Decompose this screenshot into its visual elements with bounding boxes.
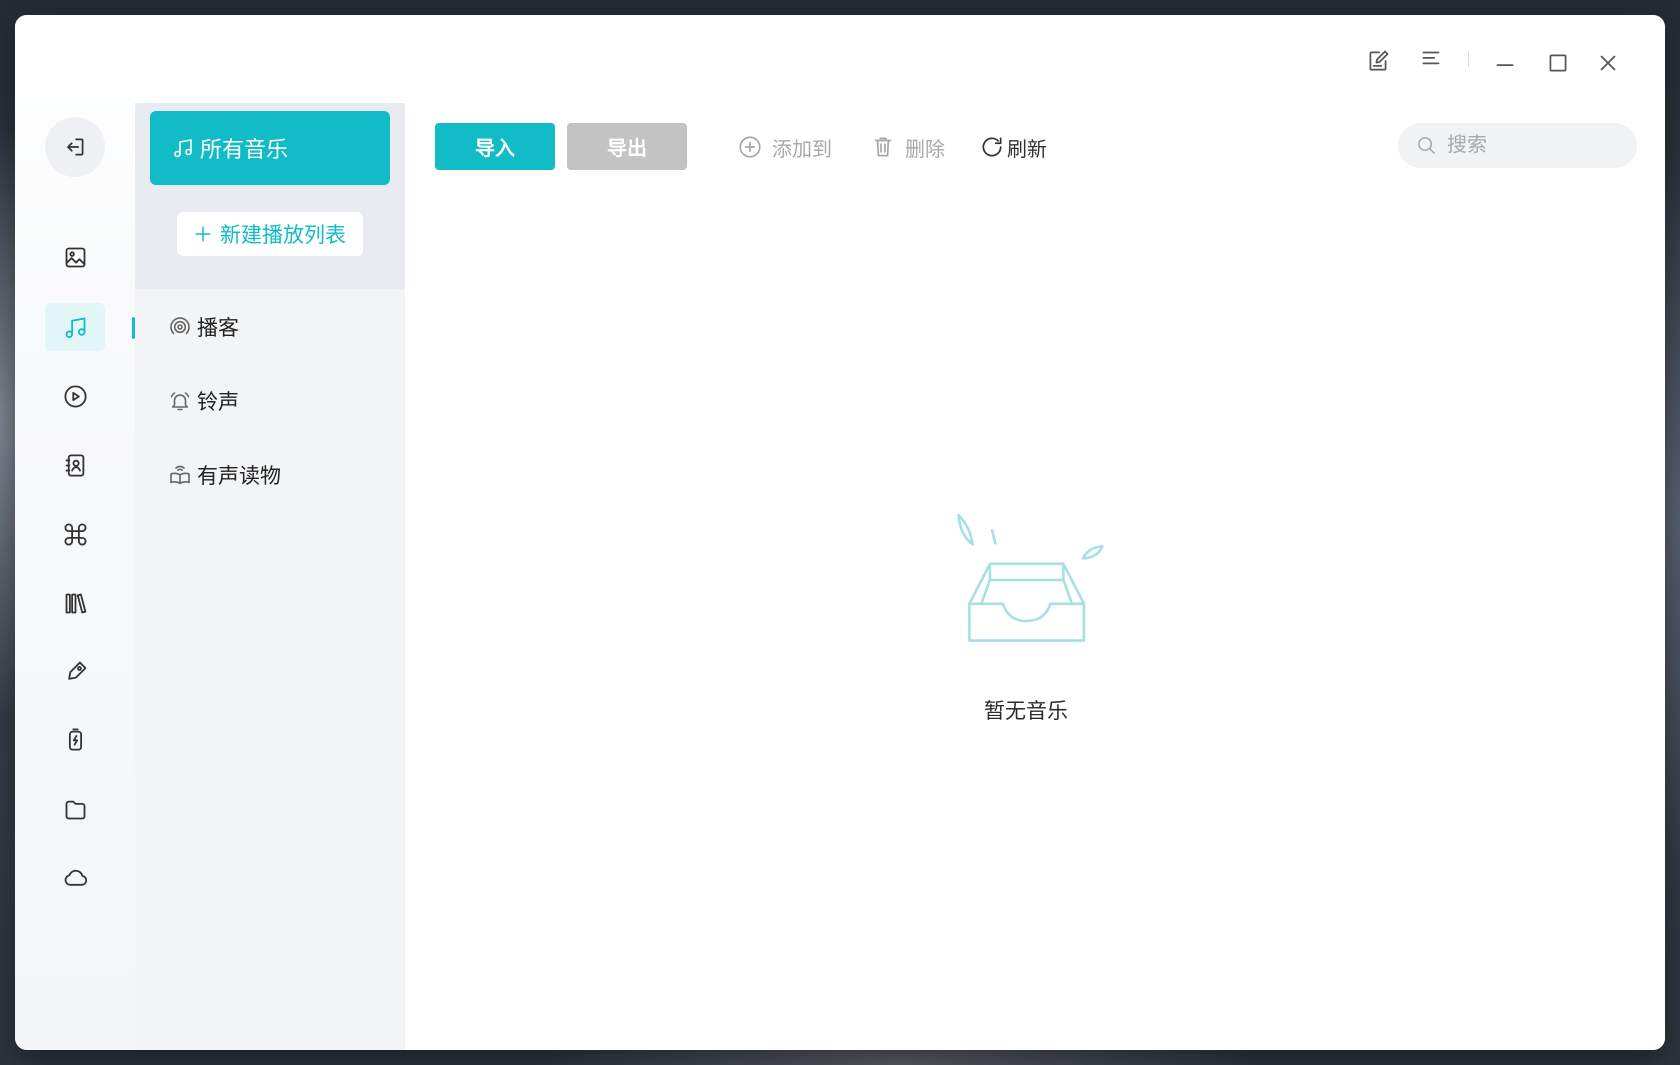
delete-label: 删除	[905, 138, 945, 161]
exit-icon	[67, 138, 84, 156]
app-window: 所有音乐 新建播放列表 播客 铃声 有声读物 导入 导出 添加到 删除 刷新 搜…	[15, 15, 1665, 1050]
refresh-label: 刷新	[1007, 138, 1047, 161]
delete-button[interactable]: 删除	[870, 131, 945, 163]
add-to-label: 添加到	[772, 138, 832, 161]
add-to-button[interactable]: 添加到	[737, 131, 832, 163]
menu-icon	[1422, 51, 1440, 65]
plus-icon	[195, 226, 211, 242]
photo-icon	[65, 247, 85, 267]
all-music-label: 所有音乐	[200, 137, 289, 162]
music-icon	[65, 317, 85, 338]
battery-icon	[68, 727, 82, 751]
export-button[interactable]: 导出	[567, 123, 687, 170]
minimize-button[interactable]	[1491, 50, 1519, 78]
books-icon	[65, 593, 86, 613]
minimize-icon	[1496, 64, 1514, 66]
rail-item-music[interactable]	[45, 303, 135, 351]
rail-item-contacts[interactable]	[45, 441, 105, 489]
sidebar-item-audiobooks[interactable]: 有声读物	[168, 451, 398, 499]
new-playlist-label: 新建播放列表	[220, 224, 346, 247]
rail-item-cloud[interactable]	[45, 853, 105, 901]
sidebar-item-ringtones[interactable]: 铃声	[168, 377, 398, 425]
podcast-icon	[170, 317, 190, 335]
sidebar-item-label: 铃声	[197, 391, 239, 414]
new-playlist-button[interactable]: 新建播放列表	[177, 212, 363, 256]
empty-state-message: 暂无音乐	[984, 700, 1068, 723]
exit-button[interactable]	[45, 117, 105, 177]
refresh-button[interactable]: 刷新	[979, 131, 1047, 163]
close-icon	[1600, 55, 1616, 71]
audiobook-icon	[170, 465, 190, 485]
sidebar-item-label: 播客	[197, 317, 239, 340]
rail-item-photos[interactable]	[45, 233, 105, 281]
import-button[interactable]: 导入	[435, 123, 555, 170]
feedback-button[interactable]	[1364, 47, 1392, 75]
folder-icon	[65, 800, 85, 819]
title-bar-separator	[1468, 51, 1469, 67]
main-content: 导入 导出 添加到 删除 刷新 搜索 暂无音乐	[405, 103, 1665, 1050]
feedback-edit-icon	[1369, 50, 1389, 71]
sidebar-item-podcasts[interactable]: 播客	[168, 303, 398, 351]
refresh-icon	[982, 137, 1002, 157]
category-sidebar: 所有音乐 新建播放列表 播客 铃声 有声读物	[135, 103, 405, 1050]
music-note-icon	[174, 139, 192, 158]
rail-item-files[interactable]	[45, 785, 105, 833]
search-input[interactable]	[1398, 123, 1637, 168]
plus-circle-icon	[739, 136, 761, 158]
rail-item-apps[interactable]	[45, 510, 105, 558]
rail-item-books[interactable]	[45, 579, 105, 627]
nav-rail	[15, 15, 135, 1050]
tag-icon	[67, 661, 86, 680]
command-icon	[64, 523, 86, 545]
menu-button[interactable]	[1417, 45, 1445, 73]
trash-icon	[874, 137, 892, 157]
maximize-icon	[1549, 54, 1567, 72]
bell-icon	[170, 392, 190, 411]
music-group: 所有音乐 新建播放列表	[135, 103, 405, 289]
rail-item-tags[interactable]	[45, 648, 105, 696]
close-button[interactable]	[1594, 49, 1622, 77]
maximize-button[interactable]	[1544, 49, 1572, 77]
video-play-icon	[63, 384, 87, 408]
all-music-item[interactable]: 所有音乐	[150, 111, 390, 185]
contacts-icon	[65, 453, 84, 477]
sidebar-item-label: 有声读物	[197, 465, 281, 488]
title-bar	[15, 15, 1665, 103]
cloud-icon	[64, 869, 87, 886]
rail-item-battery[interactable]	[45, 715, 105, 763]
search-box[interactable]	[1398, 123, 1637, 168]
rail-item-videos[interactable]	[45, 372, 105, 420]
empty-box-illustration	[955, 513, 1107, 647]
